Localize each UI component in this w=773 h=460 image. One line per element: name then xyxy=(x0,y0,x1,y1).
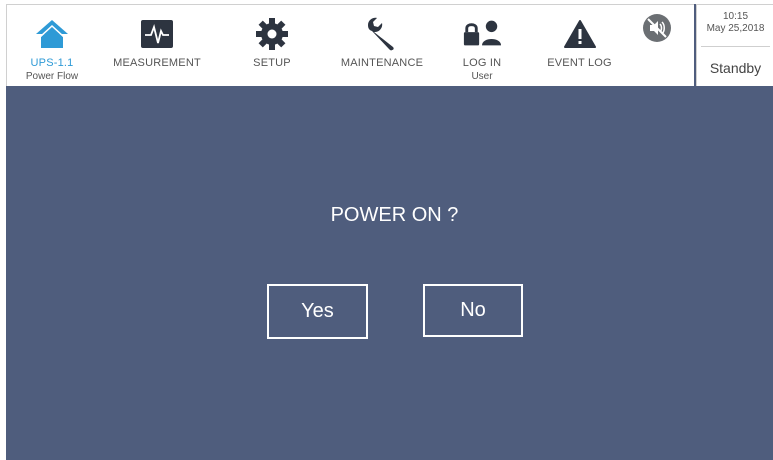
dialog-question: POWER ON ? xyxy=(330,204,459,226)
top-navigation-bar: UPS-1.1 Power Flow MEASUREMENT SETUP MAI… xyxy=(6,4,694,86)
nav-label-measurement: MEASUREMENT xyxy=(113,57,201,69)
yes-button[interactable]: Yes xyxy=(267,284,368,339)
nav-item-setup[interactable]: SETUP xyxy=(242,5,302,87)
nav-item-event-log[interactable]: EVENT LOG xyxy=(542,5,617,87)
ups-status: Standby xyxy=(709,60,762,76)
nav-item-login[interactable]: LOG IN User xyxy=(452,5,512,87)
clock-time: 10:15 xyxy=(722,11,749,22)
nav-label-login: LOG IN xyxy=(462,57,502,69)
nav-label-setup: SETUP xyxy=(253,57,291,69)
no-button[interactable]: No xyxy=(423,284,523,337)
nav-item-maintenance[interactable]: MAINTENANCE xyxy=(337,5,427,87)
status-divider xyxy=(701,46,770,47)
wrench-icon xyxy=(362,17,402,51)
clock: 10:15 May 25,2018 xyxy=(697,11,773,35)
waveform-icon xyxy=(137,17,177,51)
nav-sublabel-power-flow: Power Flow xyxy=(25,71,79,82)
clock-date: May 25,2018 xyxy=(706,23,765,34)
home-icon xyxy=(32,17,72,51)
status-panel: 10:15 May 25,2018 Standby xyxy=(696,4,773,86)
mute-icon xyxy=(637,11,677,45)
mute-button[interactable] xyxy=(637,5,677,87)
nav-label-event-log: EVENT LOG xyxy=(547,57,612,69)
nav-item-measurement[interactable]: MEASUREMENT xyxy=(112,5,202,87)
gear-icon xyxy=(252,17,292,51)
nav-label-ups: UPS-1.1 xyxy=(30,57,74,69)
lock-user-icon xyxy=(462,17,502,51)
screen-frame: UPS-1.1 Power Flow MEASUREMENT SETUP MAI… xyxy=(6,4,773,460)
nav-sublabel-user: User xyxy=(471,71,493,82)
nav-label-maintenance: MAINTENANCE xyxy=(340,57,424,69)
warning-icon xyxy=(560,17,600,51)
nav-item-power-flow[interactable]: UPS-1.1 Power Flow xyxy=(17,5,87,87)
